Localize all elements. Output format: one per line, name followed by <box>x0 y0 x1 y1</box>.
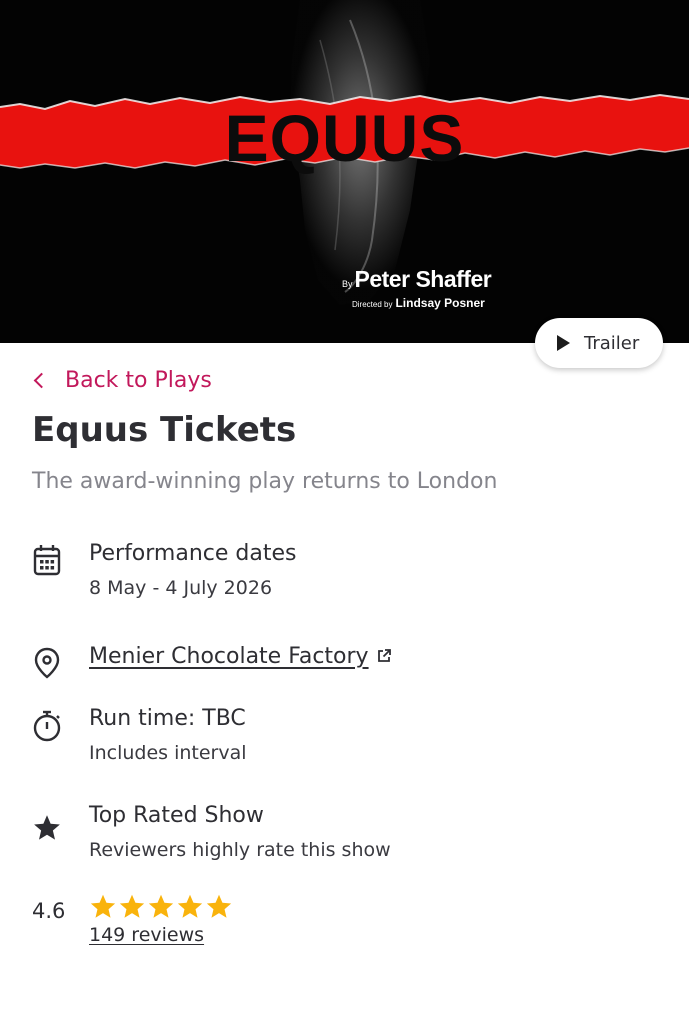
trailer-button[interactable]: Trailer <box>535 318 663 368</box>
location-pin-icon <box>32 647 62 681</box>
dates-label: Performance dates <box>89 541 297 566</box>
runtime-label: Run time: TBC <box>89 706 246 731</box>
top-rated-label: Top Rated Show <box>89 803 264 828</box>
back-to-plays-link[interactable]: Back to Plays <box>32 368 212 393</box>
hero-title: EQUUS <box>224 101 465 175</box>
directed-by-prefix: Directed by <box>352 300 393 309</box>
top-rated-value: Reviewers highly rate this show <box>89 839 391 861</box>
venue-link[interactable]: Menier Chocolate Factory <box>89 644 369 669</box>
author-name: Peter Shaffer <box>354 266 492 292</box>
top-rated-row: Top Rated Show Reviewers highly rate thi… <box>32 802 391 861</box>
performance-dates-row: Performance dates 8 May - 4 July 2026 <box>32 540 296 599</box>
director-name: Lindsay Posner <box>395 296 485 310</box>
rating-star-icon <box>206 894 232 918</box>
external-link-icon[interactable] <box>377 643 392 671</box>
reviews-link[interactable]: 149 reviews <box>89 924 204 946</box>
trailer-label: Trailer <box>584 332 640 354</box>
hero-credits: ByPeter Shaffer Directed by Lindsay Posne… <box>342 266 492 310</box>
back-label: Back to Plays <box>65 368 212 393</box>
dates-value: 8 May - 4 July 2026 <box>89 577 273 599</box>
stopwatch-icon <box>32 709 62 743</box>
rating-star-icon <box>177 894 203 918</box>
by-prefix: By <box>342 279 353 289</box>
venue-row: Menier Chocolate Factory <box>32 643 391 681</box>
page-subtitle: The award-winning play returns to London <box>32 469 498 494</box>
play-icon <box>557 335 570 351</box>
rating-star-icon <box>90 894 116 918</box>
rating-score: 4.6 <box>32 899 66 923</box>
rating-star-icon <box>148 894 174 918</box>
hero-banner: EQUUS ByPeter Shaffer Directed by Lindsay… <box>0 0 689 343</box>
runtime-row: Run time: TBC Includes interval <box>32 705 247 764</box>
runtime-value: Includes interval <box>89 742 247 764</box>
page-title: Equus Tickets <box>32 410 297 450</box>
rating-stars <box>89 893 233 921</box>
rating-star-icon <box>119 894 145 918</box>
star-icon <box>32 806 62 840</box>
calendar-icon <box>32 544 62 578</box>
chevron-left-icon <box>33 372 50 389</box>
